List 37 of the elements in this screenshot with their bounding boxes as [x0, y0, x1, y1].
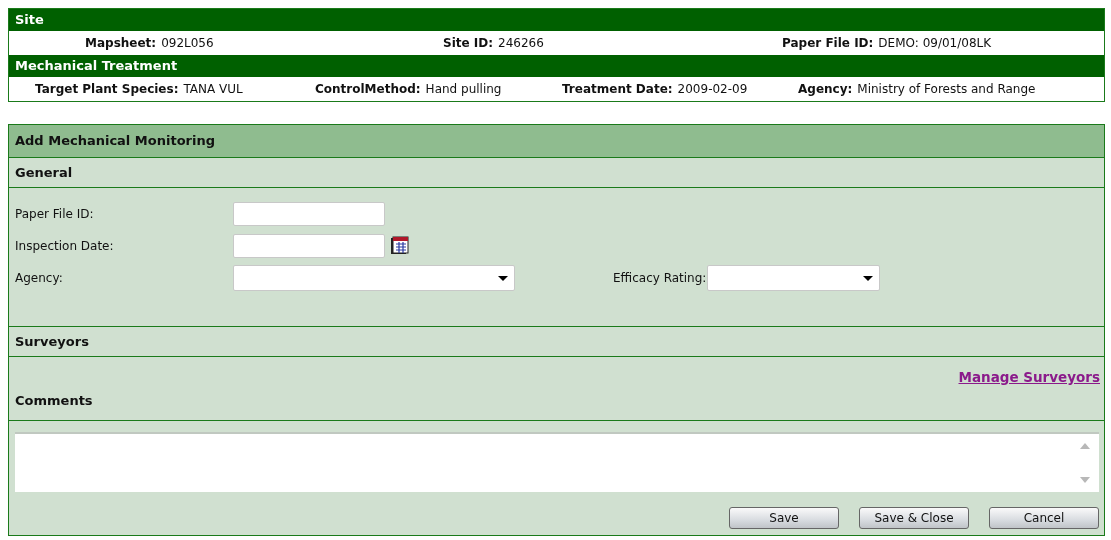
input-field[interactable] [233, 202, 385, 226]
manage-surveyors-link[interactable]: Manage Surveyors [958, 369, 1100, 385]
comments-field[interactable] [15, 432, 1099, 492]
scrollbar-arrows-icon [1079, 441, 1091, 485]
field-label: Efficacy Rating: [613, 271, 707, 285]
dropdown[interactable] [707, 265, 881, 291]
section-header: Surveyors [9, 327, 1104, 357]
panel-header: Add Mechanical Monitoring [9, 125, 1104, 158]
field-value: TANA VUL [183, 82, 243, 96]
field-label: Inspection Date: [14, 239, 115, 253]
field-label: Treatment Date: [562, 82, 673, 96]
button[interactable]: Cancel [989, 507, 1099, 529]
field-label: Agency: [14, 271, 64, 285]
section-header: Mechanical Treatment [9, 55, 1104, 77]
field-label: Target Plant Species: [35, 82, 179, 96]
calendar-icon[interactable] [389, 235, 411, 257]
caret-icon [863, 275, 874, 281]
field-label: Mapsheet: [85, 36, 157, 50]
field-label: ControlMethod: [315, 82, 421, 96]
button[interactable]: Save & Close [859, 507, 969, 529]
field-label: Agency: [798, 82, 853, 96]
field-value: Hand pulling [425, 82, 502, 96]
caret-icon [498, 275, 508, 281]
field-label: Site ID: [443, 36, 494, 50]
dropdown[interactable] [233, 265, 515, 291]
field-label: Paper File ID: [14, 207, 95, 221]
field-value: 246266 [498, 36, 544, 50]
field-label: Paper File ID: [782, 36, 874, 50]
button[interactable]: Save [729, 507, 839, 529]
date-field[interactable] [233, 234, 385, 258]
field-value: 2009-02-09 [677, 82, 748, 96]
section-header: General [9, 158, 1104, 188]
field-value: DEMO: 09/01/08LK [878, 36, 992, 50]
section-header: Comments [14, 393, 94, 408]
field-value: 092L056 [161, 36, 214, 50]
field-value: Ministry of Forests and Range [857, 82, 1036, 96]
section-header: Site [9, 9, 1104, 31]
